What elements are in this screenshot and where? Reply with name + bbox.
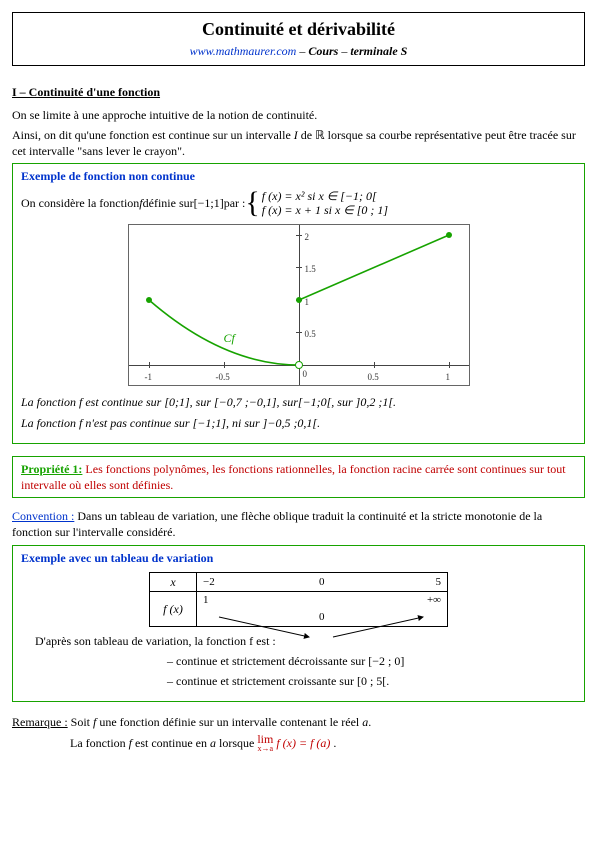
convention-label: Convention : xyxy=(12,509,74,523)
function-plot: 2 1.5 1 0.5 0 -1 -0.5 0.5 1 Cf xyxy=(128,224,470,386)
document-header: Continuité et dérivabilité www.mathmaure… xyxy=(12,12,585,66)
doc-type: Cours xyxy=(308,44,338,58)
property-label: Propriété 1: xyxy=(21,462,82,476)
closed-point-icon xyxy=(296,297,302,303)
section-text: Ainsi, on dit qu'une fonction est contin… xyxy=(12,127,585,159)
closed-point-icon xyxy=(146,297,152,303)
example-box: Exemple de fonction non continue On cons… xyxy=(12,163,585,444)
example-conclusion: La fonction f est continue sur [0;1], su… xyxy=(21,394,576,410)
site-link[interactable]: www.mathmaurer.com xyxy=(190,44,297,58)
example-title: Exemple avec un tableau de variation xyxy=(21,550,576,566)
convention-line: Convention : Dans un tableau de variatio… xyxy=(12,508,585,540)
remark-line: La fonction f est continue en a lorsque … xyxy=(12,734,585,754)
doc-subtitle: www.mathmaurer.com – Cours – terminale S xyxy=(21,43,576,59)
left-brace-icon: { xyxy=(245,188,259,218)
limit-expr: lim x→a xyxy=(257,734,273,754)
variation-arrows xyxy=(197,609,447,643)
example-conclusion: – continue et strictement décroissante s… xyxy=(121,653,576,669)
example-title: Exemple de fonction non continue xyxy=(21,168,576,184)
example-conclusion: La fonction f n'est pas continue sur [−1… xyxy=(21,415,576,431)
open-point-icon xyxy=(295,361,303,369)
example-intro: On considère la fonction f définie sur [… xyxy=(21,188,576,218)
piecewise-def: { f (x) = x² si x ∈ [−1; 0[ f (x) = x + … xyxy=(245,188,388,218)
property-text: Les fonctions polynômes, les fonctions r… xyxy=(21,462,566,492)
property-box: Propriété 1: Les fonctions polynômes, le… xyxy=(12,456,585,498)
example-conclusion: – continue et strictement croissante sur… xyxy=(121,673,576,689)
section-title: I – Continuité d'une fonction xyxy=(12,84,585,100)
variation-table: x −2 0 5 f (x) 1 0 +∞ xyxy=(149,572,448,627)
curve-label: Cf xyxy=(224,330,235,346)
remark-line: Remarque : Soit f une fonction définie s… xyxy=(12,714,585,730)
section-text: On se limite à une approche intuitive de… xyxy=(12,107,585,123)
doc-title: Continuité et dérivabilité xyxy=(21,17,576,41)
doc-level: terminale S xyxy=(350,44,407,58)
remark-label: Remarque : xyxy=(12,715,68,729)
example-box: Exemple avec un tableau de variation x −… xyxy=(12,545,585,703)
closed-point-icon xyxy=(446,232,452,238)
